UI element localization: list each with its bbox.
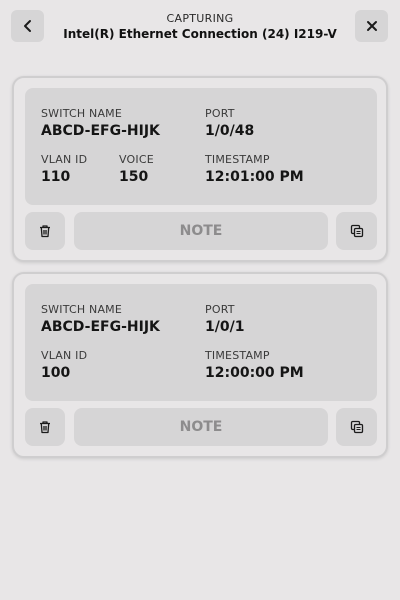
switch-name-label: SWITCH NAME: [41, 303, 123, 316]
switch-name-value: ABCD-EFG-HIJK: [41, 319, 160, 335]
port-label: PORT: [205, 107, 235, 120]
port-label: PORT: [205, 303, 235, 316]
vlan-id-label: VLAN ID: [41, 153, 88, 166]
vlan-id-value: 110: [41, 169, 71, 185]
voice-vlan-label: VOICE: [119, 153, 154, 166]
voice-vlan-value: 150: [119, 169, 149, 185]
vlan-id-label: VLAN ID: [41, 349, 88, 362]
copy-icon: [350, 224, 363, 238]
timestamp-label: TIMESTAMP: [205, 349, 270, 362]
port-value: 1/0/1: [205, 319, 245, 335]
header: CAPTURING Intel(R) Ethernet Connection (…: [0, 0, 400, 52]
switch-name-label: SWITCH NAME: [41, 107, 123, 120]
delete-button[interactable]: [25, 408, 65, 446]
close-button[interactable]: [355, 10, 388, 42]
note-button[interactable]: NOTE: [74, 212, 328, 250]
copy-button[interactable]: [336, 408, 377, 446]
trash-icon: [40, 421, 50, 434]
close-icon: [366, 21, 377, 31]
timestamp-label: TIMESTAMP: [205, 153, 270, 166]
delete-button[interactable]: [25, 212, 65, 250]
port-value: 1/0/48: [205, 123, 255, 139]
capture-status: CAPTURING: [166, 12, 234, 25]
capture-info-panel: SWITCH NAME ABCD-EFG-HIJK PORT 1/0/1 VLA…: [25, 284, 377, 401]
timestamp-value: 12:01:00 PM: [205, 169, 304, 185]
interface-name: Intel(R) Ethernet Connection (24) I219-V: [63, 27, 337, 41]
copy-button[interactable]: [336, 212, 377, 250]
timestamp-value: 12:00:00 PM: [205, 365, 304, 381]
capture-info-panel: SWITCH NAME ABCD-EFG-HIJK PORT 1/0/48 VL…: [25, 88, 377, 205]
capture-card: SWITCH NAME ABCD-EFG-HIJK PORT 1/0/1 VLA…: [12, 272, 388, 458]
note-button[interactable]: NOTE: [74, 408, 328, 446]
vlan-id-value: 100: [41, 365, 71, 381]
app-window: CAPTURING Intel(R) Ethernet Connection (…: [0, 0, 400, 600]
copy-icon: [350, 420, 363, 434]
trash-icon: [40, 225, 50, 238]
capture-card: SWITCH NAME ABCD-EFG-HIJK PORT 1/0/48 VL…: [12, 76, 388, 262]
switch-name-value: ABCD-EFG-HIJK: [41, 123, 160, 139]
